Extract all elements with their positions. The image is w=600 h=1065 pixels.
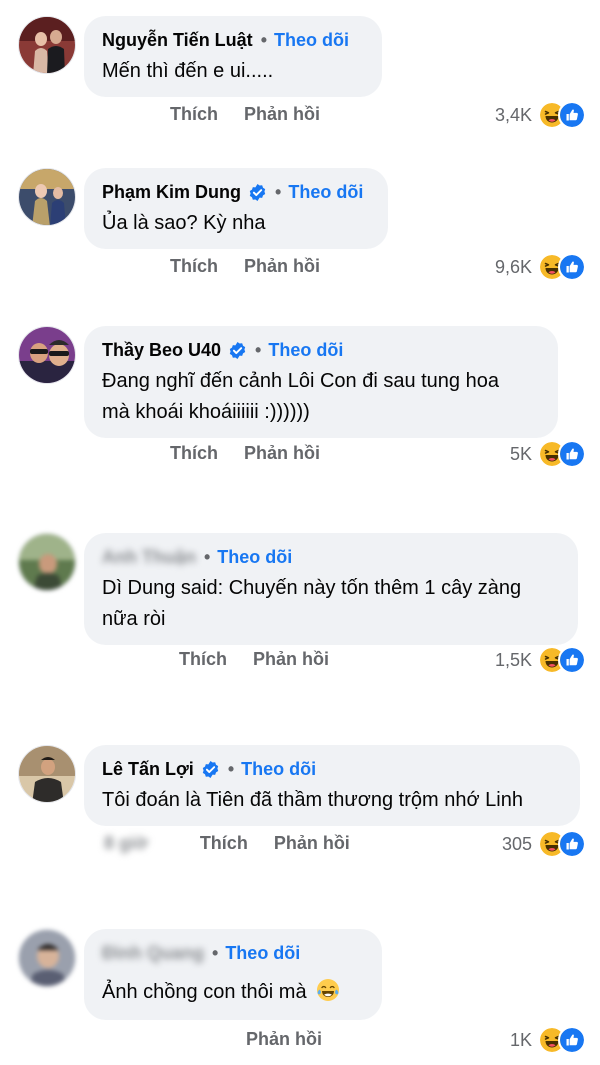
- comment-text: Ủa là sao? Kỳ nha: [102, 212, 266, 234]
- comment-bubble: Thầy Beo U40 • Theo dõi Đang nghĩ đến cả…: [84, 326, 558, 438]
- reaction-count: 1,5K: [494, 649, 532, 670]
- reply-button[interactable]: Phản hồi: [274, 833, 350, 854]
- comment-header: Thầy Beo U40 • Theo dõi: [102, 338, 540, 362]
- comment-text: Tôi đoán là Tiên đã thầm thương trộm nhớ…: [102, 789, 523, 811]
- like-reaction-icon: [558, 1026, 586, 1054]
- avatar[interactable]: [18, 326, 76, 384]
- reaction-summary[interactable]: 1K: [510, 1026, 586, 1054]
- reaction-summary[interactable]: 1,5K: [495, 646, 586, 674]
- follow-button[interactable]: Theo dõi: [288, 180, 363, 204]
- follow-button[interactable]: Theo dõi: [241, 757, 316, 781]
- reaction-summary[interactable]: 5K: [510, 440, 586, 468]
- reaction-icons: [538, 646, 586, 674]
- comment-bubble: Anh Thuận • Theo dõi Dì Dung said: Chuyế…: [84, 533, 578, 645]
- comment-text-line: Đang nghĩ đến cảnh Lôi Con đi sau tung h…: [102, 370, 499, 392]
- comment-actions: Thích Phản hồi: [179, 649, 329, 670]
- comment-header: Lê Tấn Lợi • Theo dõi: [102, 757, 562, 781]
- comment-bubble: Nguyễn Tiến Luật • Theo dõi Mến thì đến …: [84, 16, 382, 97]
- verified-badge-icon: [201, 760, 220, 779]
- comment-text-line: mà khoái khoáiiiiii :)))))): [102, 401, 310, 423]
- reaction-count: 5K: [509, 443, 532, 464]
- comment-header: Phạm Kim Dung • Theo dõi: [102, 180, 370, 204]
- like-button[interactable]: Thích: [170, 104, 218, 125]
- reaction-icons: [538, 1026, 586, 1054]
- reaction-count: 305: [501, 833, 532, 854]
- comment-actions: Thích Phản hồi: [170, 256, 320, 277]
- comment-bubble: Đình Quang • Theo dõi Ảnh chồng con thôi…: [84, 929, 382, 1020]
- avatar[interactable]: [18, 16, 76, 74]
- like-reaction-icon: [558, 830, 586, 858]
- separator-dot: •: [203, 547, 211, 567]
- comment-header: Đình Quang • Theo dõi: [102, 941, 364, 965]
- comment-actions: Phản hồi: [246, 1029, 322, 1050]
- reply-button[interactable]: Phản hồi: [244, 256, 320, 277]
- follow-button[interactable]: Theo dõi: [274, 28, 349, 52]
- reaction-summary[interactable]: 3,4K: [495, 101, 586, 129]
- like-reaction-icon: [558, 101, 586, 129]
- like-button[interactable]: Thích: [170, 443, 218, 464]
- comment-bubble: Lê Tấn Lợi • Theo dõi Tôi đoán là Tiên đ…: [84, 745, 580, 826]
- reply-button[interactable]: Phản hồi: [246, 1029, 322, 1050]
- reply-button[interactable]: Phản hồi: [244, 104, 320, 125]
- commenter-name[interactable]: Nguyễn Tiến Luật: [102, 28, 253, 52]
- comment-text: Ảnh chồng con thôi mà: [102, 977, 364, 1008]
- reply-button[interactable]: Phản hồi: [253, 649, 329, 670]
- follow-button[interactable]: Theo dõi: [268, 338, 343, 362]
- commenter-name[interactable]: Anh Thuận: [102, 545, 196, 569]
- commenter-name[interactable]: Đình Quang: [102, 941, 204, 965]
- follow-button[interactable]: Theo dõi: [217, 545, 292, 569]
- avatar[interactable]: [18, 929, 76, 987]
- reaction-count: 1K: [509, 1029, 532, 1050]
- comment-header: Nguyễn Tiến Luật • Theo dõi: [102, 28, 364, 52]
- like-reaction-icon: [558, 646, 586, 674]
- reaction-icons: [538, 440, 586, 468]
- comment-actions: 8 giờ Thích Phản hồi: [104, 833, 350, 854]
- like-reaction-icon: [558, 253, 586, 281]
- comment-timestamp[interactable]: 8 giờ: [104, 833, 148, 854]
- comment-text: Đang nghĩ đến cảnh Lôi Con đi sau tung h…: [102, 366, 540, 428]
- separator-dot: •: [212, 943, 219, 963]
- like-reaction-icon: [558, 440, 586, 468]
- reaction-count: 9,6K: [494, 256, 532, 277]
- tears-of-joy-emoji: [316, 978, 340, 1002]
- separator-dot: •: [255, 340, 262, 360]
- verified-badge-icon: [228, 341, 247, 360]
- verified-badge-icon: [248, 183, 267, 202]
- commenter-name[interactable]: Thầy Beo U40: [102, 338, 221, 362]
- comment-actions: Thích Phản hồi: [170, 104, 320, 125]
- commenter-name[interactable]: Phạm Kim Dung: [102, 180, 241, 204]
- avatar[interactable]: [18, 168, 76, 226]
- reaction-summary[interactable]: 9,6K: [495, 253, 586, 281]
- follow-button[interactable]: Theo dõi: [225, 941, 300, 965]
- comment-text: Dì Dung said: Chuyến này tốn thêm 1 cây …: [102, 573, 560, 635]
- comment-header: Anh Thuận • Theo dõi: [102, 545, 560, 569]
- reaction-icons: [538, 253, 586, 281]
- like-button[interactable]: Thích: [179, 649, 227, 670]
- reaction-icons: [538, 830, 586, 858]
- reaction-summary[interactable]: 305: [502, 830, 586, 858]
- comment-actions: Thích Phản hồi: [170, 443, 320, 464]
- comment-text: Mến thì đến e ui.....: [102, 60, 274, 82]
- commenter-name[interactable]: Lê Tấn Lợi: [102, 757, 194, 781]
- comment-text-line: nữa ròi: [102, 608, 166, 630]
- separator-dot: •: [275, 182, 282, 202]
- comment-text-line: Dì Dung said: Chuyến này tốn thêm 1 cây …: [102, 577, 522, 599]
- like-button[interactable]: Thích: [200, 833, 248, 854]
- reaction-icons: [538, 101, 586, 129]
- reaction-count: 3,4K: [494, 104, 532, 125]
- separator-dot: •: [227, 759, 235, 779]
- comment-bubble: Phạm Kim Dung • Theo dõi Ủa là sao? Kỳ n…: [84, 168, 388, 249]
- reply-button[interactable]: Phản hồi: [244, 443, 320, 464]
- like-button[interactable]: Thích: [170, 256, 218, 277]
- comment-text-content: Ảnh chồng con thôi mà: [102, 981, 307, 1003]
- avatar[interactable]: [18, 533, 76, 591]
- separator-dot: •: [260, 30, 267, 50]
- avatar[interactable]: [18, 745, 76, 803]
